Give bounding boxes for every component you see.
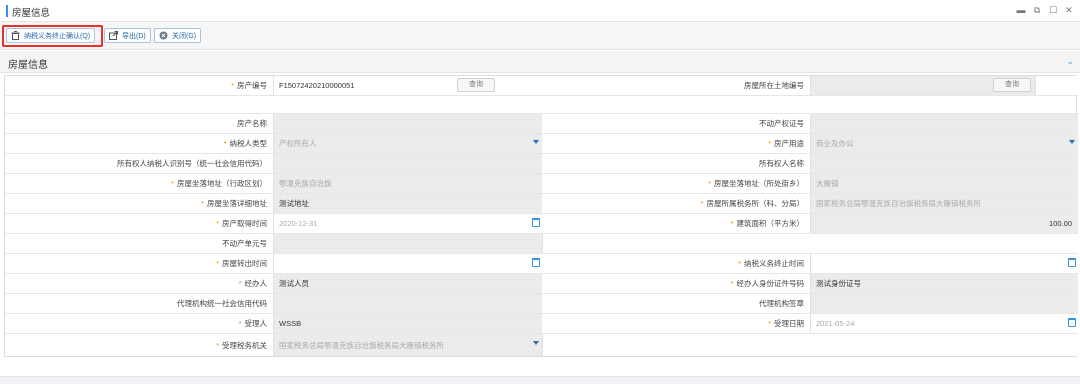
close-icon[interactable]: ✕ — [1063, 4, 1075, 16]
district-field[interactable]: 鄂温克族自治旗 — [273, 174, 542, 193]
owner-id-field[interactable] — [273, 154, 542, 173]
owner-id-label: 所有权人纳税人识别号（统一社会信用代码） — [5, 154, 273, 173]
form-row: * 房屋坐落详细地址 测试地址 * 房屋所属税务所（科、分局） 国家税务总局鄂温克族… — [5, 194, 1078, 214]
transfer-time-label: * 房屋转出时间 — [5, 254, 273, 273]
land-no-label: 房屋所在土地编号 — [542, 76, 810, 95]
cert-no-label: 不动产权证号 — [542, 114, 810, 133]
handler-label: * 经办人 — [5, 274, 273, 293]
tax-office-field[interactable]: 国家税务总局鄂温克族自治旗税务局大雁镇税务所 — [810, 194, 1078, 213]
area-field[interactable]: 100.00 — [810, 214, 1078, 233]
land-no-query-button[interactable]: 查询 — [993, 78, 1031, 92]
usage-select[interactable]: 商业及办公 — [810, 134, 1078, 153]
usage-label: * 房产用途 — [542, 134, 810, 153]
agency-code-label: 代理机构统一社会信用代码 — [5, 294, 273, 313]
receive-date-label: * 受理日期 — [542, 314, 810, 333]
section-title: 房屋信息 — [8, 60, 48, 71]
calendar-icon[interactable] — [532, 218, 540, 227]
export-button-label: 导出(D) — [122, 32, 146, 40]
taxpayer-type-label: * 纳税人类型 — [5, 134, 273, 153]
close-circle-icon — [159, 31, 168, 40]
form-row: * 房屋坐落地址（行政区划） 鄂温克族自治旗 * 房屋坐落地址（所处街乡） 大雁镇 — [5, 174, 1078, 194]
owner-name-label: 所有权人名称 — [542, 154, 810, 173]
chevron-down-icon[interactable]: ⌄ — [1066, 56, 1074, 67]
maximize-icon[interactable]: ☐ — [1047, 4, 1059, 16]
cert-no-field[interactable] — [810, 114, 1078, 133]
tax-end-field[interactable] — [810, 254, 1078, 273]
receive-office-select[interactable]: 国家税务总局鄂温克族自治旗税务局大雁镇税务所 — [273, 334, 542, 356]
street-field[interactable]: 大雁镇 — [810, 174, 1078, 193]
tax-office-label: * 房屋所属税务所（科、分局） — [542, 194, 810, 213]
toolbar: 纳税义务终止确认(Q) 导出(D) 关闭(G) — [0, 22, 1080, 50]
area-label: * 建筑面积（平方米） — [542, 214, 810, 233]
form-row: * 受理人 WSSB * 受理日期 2021-05-24 — [5, 314, 1078, 334]
bottom-bar — [0, 376, 1080, 384]
form-row: * 经办人 测试人员 * 经办人身份证件号码 测试身份证号 — [5, 274, 1078, 294]
land-no-spacer — [1035, 76, 1077, 95]
empty-cell — [542, 334, 1078, 356]
detail-addr-label: * 房屋坐落详细地址 — [5, 194, 273, 213]
detail-addr-field[interactable]: 测试地址 — [273, 194, 542, 213]
dropdown-arrow-icon[interactable] — [1069, 140, 1075, 144]
dropdown-arrow-icon[interactable] — [533, 140, 539, 144]
agency-seal-field[interactable] — [810, 294, 1078, 313]
acquire-time-label: * 房产取得时间 — [5, 214, 273, 233]
window-title: 房屋信息 — [12, 8, 51, 19]
receiver-label: * 受理人 — [5, 314, 273, 333]
house-info-form: * 房产编号 F15072420210000051 查询 房屋所在土地编号 查询 … — [4, 75, 1078, 357]
handler-id-label: * 经办人身份证件号码 — [542, 274, 810, 293]
calendar-icon[interactable] — [532, 258, 540, 267]
form-row: 不动产单元号 — [5, 234, 1078, 254]
export-button[interactable]: 导出(D) — [104, 28, 151, 43]
house-name-label: 房产名称 — [5, 114, 273, 133]
house-no-query-button[interactable]: 查询 — [457, 78, 495, 92]
highlight-box — [2, 25, 103, 47]
form-row: * 房屋转出时间 * 纳税义务终止时间 — [5, 254, 1078, 274]
agency-seal-label: 代理机构签章 — [542, 294, 810, 313]
restore-icon[interactable]: ⧉ — [1031, 4, 1043, 16]
taxpayer-type-select[interactable]: 产权所有人 — [273, 134, 542, 153]
form-row: 代理机构统一社会信用代码 代理机构签章 — [5, 294, 1078, 314]
form-row: * 纳税人类型 产权所有人 * 房产用途 商业及办公 — [5, 134, 1078, 154]
owner-name-field[interactable] — [810, 154, 1078, 173]
receive-date-field[interactable]: 2021-05-24 — [810, 314, 1078, 333]
minimize-icon[interactable]: ▬ — [1015, 4, 1027, 16]
window-titlebar: 房屋信息 ▬ ⧉ ☐ ✕ — [0, 0, 1080, 22]
spacer-row — [5, 96, 1078, 114]
street-label: * 房屋坐落地址（所处街乡） — [542, 174, 810, 193]
receiver-field[interactable]: WSSB — [273, 314, 542, 333]
dropdown-arrow-icon[interactable] — [533, 341, 539, 345]
form-row: * 受理税务机关 国家税务总局鄂温克族自治旗税务局大雁镇税务所 — [5, 334, 1078, 356]
district-label: * 房屋坐落地址（行政区划） — [5, 174, 273, 193]
close-button[interactable]: 关闭(G) — [154, 28, 202, 43]
handler-id-field[interactable]: 测试身份证号 — [810, 274, 1078, 293]
receive-office-label: * 受理税务机关 — [5, 334, 273, 356]
acquire-time-field[interactable]: 2020-12-31 — [273, 214, 542, 233]
form-row: 所有权人纳税人识别号（统一社会信用代码） 所有权人名称 — [5, 154, 1078, 174]
unit-no-label: 不动产单元号 — [5, 234, 273, 253]
section-header[interactable]: 房屋信息 ⌄ — [0, 51, 1080, 73]
form-row: * 房产编号 F15072420210000051 查询 房屋所在土地编号 查询 — [5, 76, 1078, 96]
export-icon — [109, 31, 118, 40]
house-no-label: * 房产编号 — [5, 76, 273, 95]
close-button-label: 关闭(G) — [172, 32, 197, 40]
house-name-field[interactable] — [273, 114, 542, 133]
handler-field[interactable]: 测试人员 — [273, 274, 542, 293]
empty-cell — [542, 234, 1078, 253]
agency-code-field[interactable] — [273, 294, 542, 313]
form-row: 房产名称 不动产权证号 — [5, 114, 1078, 134]
calendar-icon[interactable] — [1068, 318, 1076, 327]
tax-end-label: * 纳税义务终止时间 — [542, 254, 810, 273]
title-accent — [6, 5, 8, 17]
transfer-time-field[interactable] — [273, 254, 542, 273]
form-row: * 房产取得时间 2020-12-31 * 建筑面积（平方米） 100.00 — [5, 214, 1078, 234]
unit-no-field[interactable] — [273, 234, 542, 253]
calendar-icon[interactable] — [1068, 258, 1076, 267]
